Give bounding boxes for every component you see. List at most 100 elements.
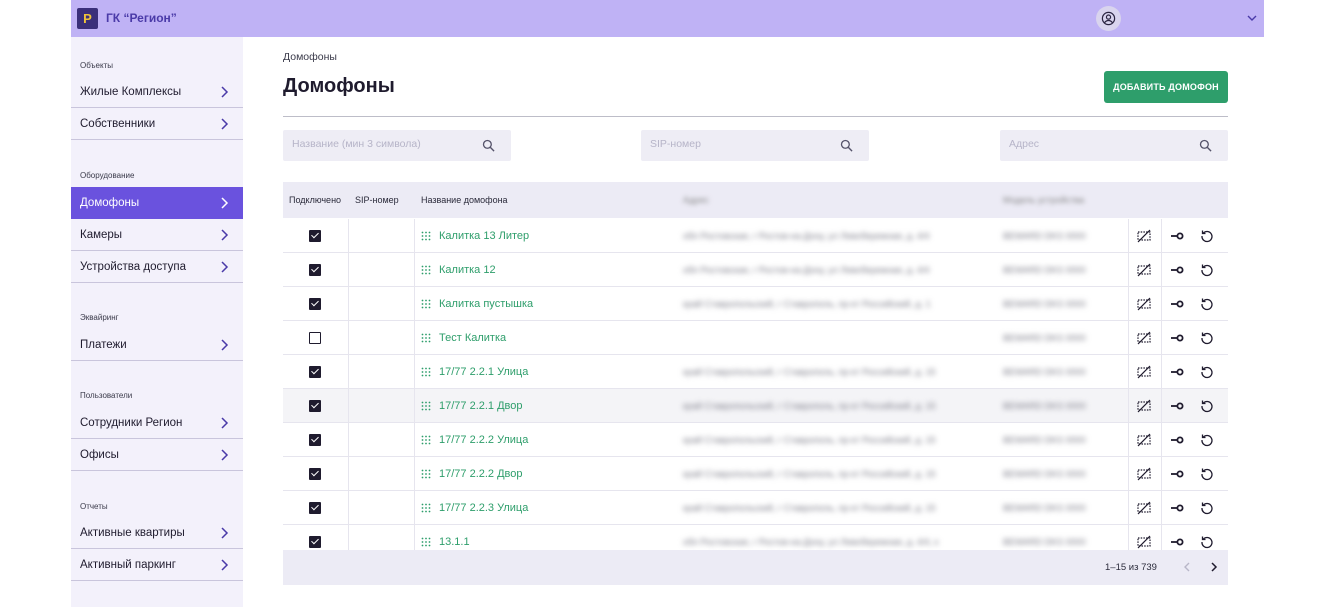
intercom-name-link[interactable]: 17/77 2.2.2 Улица [439,434,528,446]
restart-icon[interactable] [1199,296,1215,312]
column-model[interactable]: Модель устройства [1003,195,1084,205]
no-video-icon[interactable] [1136,466,1152,482]
user-avatar-button[interactable] [1096,6,1121,31]
no-video-icon[interactable] [1136,398,1152,414]
key-icon[interactable] [1169,262,1185,278]
sidebar-item-cameras[interactable]: Камеры [71,219,243,251]
key-icon[interactable] [1169,296,1185,312]
next-page-icon[interactable] [1207,560,1221,574]
add-intercom-button[interactable]: ДОБАВИТЬ ДОМОФОН [1104,71,1228,103]
name-cell[interactable]: 17/77 2.2.1 Двор [421,389,523,423]
table-row[interactable]: Тест Калитка BEWARD DKS 0000 [283,321,1228,355]
sidebar-item-owners[interactable]: Собственники [71,108,243,140]
no-video-icon[interactable] [1136,296,1152,312]
name-cell[interactable]: Калитка 13 Литер [421,219,529,253]
connected-checkbox[interactable] [309,332,321,344]
key-icon[interactable] [1169,466,1185,482]
intercom-name-link[interactable]: Калитка 12 [439,264,496,276]
restart-icon[interactable] [1199,228,1215,244]
column-name[interactable]: Название домофона [421,195,508,205]
intercom-name-link[interactable]: 17/77 2.2.1 Улица [439,366,528,378]
restart-icon[interactable] [1199,364,1215,380]
intercom-name-link[interactable]: Тест Калитка [439,332,506,344]
name-cell[interactable]: 17/77 2.2.3 Улица [421,491,528,525]
connected-checkbox[interactable] [309,298,321,310]
restart-icon[interactable] [1199,534,1215,550]
no-video-icon[interactable] [1136,432,1152,448]
column-connected[interactable]: Подключено [289,195,341,205]
name-cell[interactable]: 17/77 2.2.2 Двор [421,457,523,491]
chevron-down-icon[interactable] [1246,12,1258,24]
intercom-name-link[interactable]: 17/77 2.2.3 Улица [439,502,528,514]
connected-checkbox[interactable] [309,536,321,548]
intercom-name-link[interactable]: 13.1.1 [439,536,470,548]
restart-icon[interactable] [1199,398,1215,414]
no-video-icon[interactable] [1136,500,1152,516]
key-icon[interactable] [1169,398,1185,414]
no-video-icon[interactable] [1136,228,1152,244]
prev-page-icon[interactable] [1180,560,1194,574]
name-cell[interactable]: Калитка пустышка [421,287,533,321]
search-icon[interactable] [482,139,495,152]
sidebar-item-employees[interactable]: Сотрудники Регион [71,407,243,439]
restart-icon[interactable] [1199,262,1215,278]
name-cell[interactable]: 17/77 2.2.2 Улица [421,423,528,457]
sidebar-item-intercoms[interactable]: Домофоны [71,187,243,219]
connected-checkbox[interactable] [309,264,321,276]
restart-icon[interactable] [1199,432,1215,448]
sidebar-item-active-apartments[interactable]: Активные квартиры [71,517,243,549]
name-search-field[interactable] [283,130,511,161]
key-icon[interactable] [1169,330,1185,346]
company-name[interactable]: ГК “Регион” [106,11,177,25]
intercom-name-link[interactable]: 17/77 2.2.1 Двор [439,400,523,412]
search-icon[interactable] [1199,139,1212,152]
table-row[interactable]: 17/77 2.2.1 Улица край Ставропольский, г … [283,355,1228,389]
intercom-name-link[interactable]: Калитка пустышка [439,298,533,310]
name-search-input[interactable] [292,138,472,150]
table-row[interactable]: Калитка 13 Литер обл Ростовская, г Ростов… [283,219,1228,253]
key-icon[interactable] [1169,364,1185,380]
table-row[interactable]: 17/77 2.2.3 Улица край Ставропольский, г … [283,491,1228,525]
restart-icon[interactable] [1199,500,1215,516]
no-video-icon[interactable] [1136,262,1152,278]
connected-checkbox[interactable] [309,230,321,242]
address-search-field[interactable] [1000,130,1228,161]
sidebar-item-offices[interactable]: Офисы [71,439,243,471]
key-icon[interactable] [1169,432,1185,448]
sip-search-input[interactable] [650,138,830,150]
restart-icon[interactable] [1199,330,1215,346]
restart-icon[interactable] [1199,466,1215,482]
connected-checkbox[interactable] [309,434,321,446]
connected-checkbox[interactable] [309,400,321,412]
connected-checkbox[interactable] [309,366,321,378]
address-search-input[interactable] [1009,138,1189,150]
table-row[interactable]: 17/77 2.2.1 Двор край Ставропольский, г С… [283,389,1228,423]
sidebar-item-active-parking[interactable]: Активный паркинг [71,549,243,581]
no-video-icon[interactable] [1136,534,1152,550]
sidebar-item-payments[interactable]: Платежи [71,329,243,361]
column-address[interactable]: Адрес [683,195,709,205]
name-cell[interactable]: 17/77 2.2.1 Улица [421,355,528,389]
name-cell[interactable]: Тест Калитка [421,321,506,355]
no-video-icon[interactable] [1136,364,1152,380]
name-cell[interactable]: Калитка 12 [421,253,496,287]
connected-checkbox[interactable] [309,502,321,514]
search-icon[interactable] [840,139,853,152]
key-icon[interactable] [1169,500,1185,516]
intercom-name-link[interactable]: 17/77 2.2.2 Двор [439,468,523,480]
key-icon[interactable] [1169,228,1185,244]
company-logo[interactable]: P [77,8,98,29]
no-video-icon[interactable] [1136,330,1152,346]
table-row[interactable]: Калитка 12 обл Ростовская, г Ростов-на-До… [283,253,1228,287]
connected-checkbox[interactable] [309,468,321,480]
intercom-name-link[interactable]: Калитка 13 Литер [439,230,529,242]
column-sip[interactable]: SIP-номер [355,195,399,205]
table-row[interactable]: 17/77 2.2.2 Двор край Ставропольский, г С… [283,457,1228,491]
table-row[interactable]: 17/77 2.2.2 Улица край Ставропольский, г … [283,423,1228,457]
sip-search-field[interactable] [641,130,869,161]
key-icon[interactable] [1169,534,1185,550]
sidebar-item-access-devices[interactable]: Устройства доступа [71,251,243,283]
breadcrumb[interactable]: Домофоны [283,51,337,63]
sidebar-item-residential[interactable]: Жилые Комплексы [71,76,243,108]
table-row[interactable]: Калитка пустышка край Ставропольский, г С… [283,287,1228,321]
